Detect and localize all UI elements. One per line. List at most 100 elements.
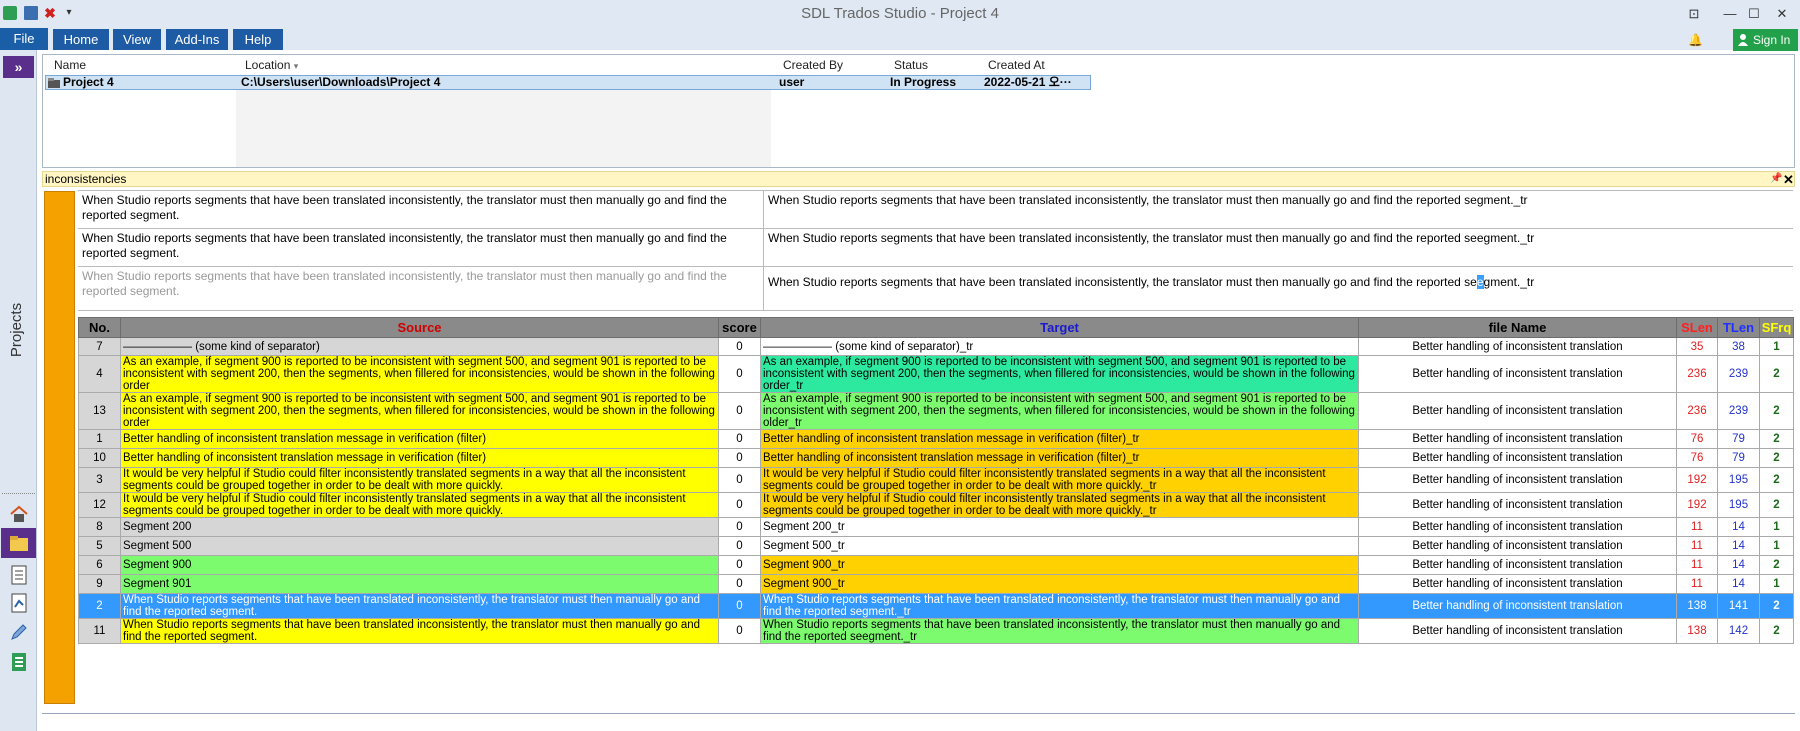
score-cell[interactable]: 0	[718, 555, 761, 575]
target-cell[interactable]: Better handling of inconsistent translat…	[760, 448, 1359, 468]
score-cell[interactable]: 0	[718, 392, 761, 430]
grid-row[interactable]: 2 When Studio reports segments that have …	[78, 593, 1794, 619]
tlen-cell[interactable]: 14	[1717, 555, 1760, 575]
grid-row[interactable]: 7 ―――――― (some kind of separator) 0 ―――――― …	[78, 337, 1794, 356]
row-number[interactable]: 7	[78, 337, 121, 356]
sfrq-cell[interactable]: 2	[1759, 448, 1794, 468]
source-cell[interactable]: It would be very helpful if Studio could…	[120, 492, 719, 518]
target-cell[interactable]: When Studio reports segments that have b…	[760, 618, 1359, 644]
column-header-status[interactable]: Status	[894, 58, 928, 72]
tlen-cell[interactable]: 79	[1717, 448, 1760, 468]
grid-row[interactable]: 4 As an example, if segment 900 is report…	[78, 355, 1794, 393]
slen-cell[interactable]: 11	[1676, 574, 1718, 594]
row-number[interactable]: 10	[78, 448, 121, 468]
slen-cell[interactable]: 138	[1676, 618, 1718, 644]
sfrq-cell[interactable]: 1	[1759, 574, 1794, 594]
slen-cell[interactable]: 236	[1676, 392, 1718, 430]
target-cell[interactable]: As an example, if segment 900 is reporte…	[760, 355, 1359, 393]
grid-header-source[interactable]: Source	[120, 317, 719, 338]
source-cell[interactable]: Segment 500	[120, 536, 719, 556]
column-header-name[interactable]: Name	[54, 58, 86, 72]
score-cell[interactable]: 0	[718, 467, 761, 493]
target-cell[interactable]: Segment 500_tr	[760, 536, 1359, 556]
row-number[interactable]: 11	[78, 618, 121, 644]
slen-cell[interactable]: 11	[1676, 517, 1718, 537]
row-number[interactable]: 4	[78, 355, 121, 393]
file-name-cell[interactable]: Better handling of inconsistent translat…	[1358, 492, 1677, 518]
tlen-cell[interactable]: 239	[1717, 392, 1760, 430]
score-cell[interactable]: 0	[718, 593, 761, 619]
tlen-cell[interactable]: 239	[1717, 355, 1760, 393]
file-name-cell[interactable]: Better handling of inconsistent translat…	[1358, 429, 1677, 449]
row-number[interactable]: 12	[78, 492, 121, 518]
sign-in-button[interactable]: Sign In	[1733, 29, 1798, 51]
tlen-cell[interactable]: 14	[1717, 536, 1760, 556]
notification-bell-icon[interactable]: 🔔	[1688, 33, 1703, 47]
grid-row[interactable]: 5 Segment 500 0 Segment 500_tr Better handli…	[78, 536, 1794, 556]
row-number[interactable]: 3	[78, 467, 121, 493]
source-cell[interactable]: Segment 900	[120, 555, 719, 575]
source-cell[interactable]: As an example, if segment 900 is reporte…	[120, 355, 719, 393]
grid-header-file-name[interactable]: file Name	[1358, 317, 1677, 338]
grid-row[interactable]: 1 Better handling of inconsistent transla…	[78, 429, 1794, 449]
tab-add-ins[interactable]: Add-Ins	[166, 29, 228, 50]
grid-header-score[interactable]: score	[718, 317, 761, 338]
slen-cell[interactable]: 236	[1676, 355, 1718, 393]
home-icon[interactable]	[9, 504, 29, 524]
score-cell[interactable]: 0	[718, 429, 761, 449]
file-name-cell[interactable]: Better handling of inconsistent translat…	[1358, 618, 1677, 644]
source-cell[interactable]: Segment 200	[120, 517, 719, 537]
sfrq-cell[interactable]: 2	[1759, 618, 1794, 644]
target-cell[interactable]: ―――――― (some kind of separator)_tr	[760, 337, 1359, 356]
score-cell[interactable]: 0	[718, 355, 761, 393]
target-cell[interactable]: Segment 200_tr	[760, 517, 1359, 537]
comparison-target-editor[interactable]: When Studio reports segments that have b…	[764, 267, 1793, 310]
target-cell[interactable]: As an example, if segment 900 is reporte…	[760, 392, 1359, 430]
file-name-cell[interactable]: Better handling of inconsistent translat…	[1358, 448, 1677, 468]
source-cell[interactable]: Segment 901	[120, 574, 719, 594]
tlen-cell[interactable]: 38	[1717, 337, 1760, 356]
slen-cell[interactable]: 11	[1676, 536, 1718, 556]
score-cell[interactable]: 0	[718, 618, 761, 644]
source-cell[interactable]: Better handling of inconsistent translat…	[120, 429, 719, 449]
sfrq-cell[interactable]: 2	[1759, 392, 1794, 430]
sfrq-cell[interactable]: 2	[1759, 429, 1794, 449]
score-cell[interactable]: 0	[718, 574, 761, 594]
score-cell[interactable]: 0	[718, 536, 761, 556]
sfrq-cell[interactable]: 1	[1759, 337, 1794, 356]
tab-help[interactable]: Help	[233, 29, 283, 50]
source-cell[interactable]: When Studio reports segments that have b…	[120, 618, 719, 644]
sfrq-cell[interactable]: 2	[1759, 593, 1794, 619]
file-name-cell[interactable]: Better handling of inconsistent translat…	[1358, 392, 1677, 430]
column-header-created-at[interactable]: Created At	[988, 58, 1045, 72]
sfrq-cell[interactable]: 2	[1759, 467, 1794, 493]
tlen-cell[interactable]: 141	[1717, 593, 1760, 619]
slen-cell[interactable]: 192	[1676, 492, 1718, 518]
grid-header-no[interactable]: No.	[78, 317, 121, 338]
close-icon[interactable]: ✕	[1770, 3, 1794, 25]
file-name-cell[interactable]: Better handling of inconsistent translat…	[1358, 517, 1677, 537]
slen-cell[interactable]: 76	[1676, 448, 1718, 468]
grid-header-sfrq[interactable]: SFrq	[1759, 317, 1794, 338]
file-name-cell[interactable]: Better handling of inconsistent translat…	[1358, 574, 1677, 594]
tab-home[interactable]: Home	[53, 29, 109, 50]
slen-cell[interactable]: 192	[1676, 467, 1718, 493]
sfrq-cell[interactable]: 1	[1759, 536, 1794, 556]
tab-file[interactable]: File	[0, 28, 48, 50]
grid-row[interactable]: 8 Segment 200 0 Segment 200_tr Better handli…	[78, 517, 1794, 537]
sfrq-cell[interactable]: 1	[1759, 517, 1794, 537]
editor-view-icon[interactable]	[9, 622, 29, 642]
file-name-cell[interactable]: Better handling of inconsistent translat…	[1358, 536, 1677, 556]
row-number[interactable]: 9	[78, 574, 121, 594]
slen-cell[interactable]: 11	[1676, 555, 1718, 575]
minimize-icon[interactable]: —	[1718, 3, 1742, 25]
files-view-icon[interactable]	[9, 565, 29, 585]
tlen-cell[interactable]: 14	[1717, 574, 1760, 594]
tlen-cell[interactable]: 142	[1717, 618, 1760, 644]
tlen-cell[interactable]: 14	[1717, 517, 1760, 537]
target-cell[interactable]: It would be very helpful if Studio could…	[760, 467, 1359, 493]
row-number[interactable]: 6	[78, 555, 121, 575]
grid-row[interactable]: 9 Segment 901 0 Segment 900_tr Better handli…	[78, 574, 1794, 594]
target-cell[interactable]: It would be very helpful if Studio could…	[760, 492, 1359, 518]
tlen-cell[interactable]: 195	[1717, 492, 1760, 518]
